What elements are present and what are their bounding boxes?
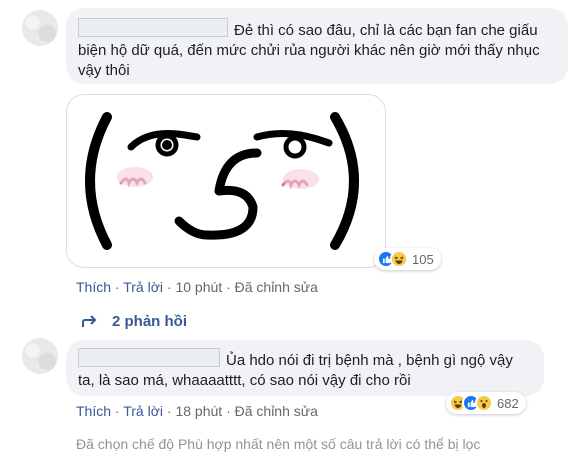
comment-bubble: Ủa hdo nói đi trị bệnh mà , bệnh gì ngộ … <box>66 340 544 396</box>
separator: · <box>166 279 172 295</box>
separator: · <box>226 279 231 295</box>
edited-label[interactable]: Đã chỉnh sửa <box>235 279 318 295</box>
lenny-face-sticker <box>85 112 359 250</box>
left-paren <box>85 112 112 250</box>
nose-mouth <box>174 148 262 240</box>
right-paren <box>330 112 359 250</box>
comment-actions: Thích · Trả lời · 18 phút · Đã chỉnh sửa <box>76 403 318 419</box>
separator: · <box>114 403 120 419</box>
reaction-summary[interactable]: 105 <box>374 248 441 270</box>
reaction-count: 682 <box>497 395 519 411</box>
reply-link[interactable]: Trả lời <box>123 403 163 419</box>
sticker-image[interactable] <box>66 94 386 268</box>
avatar[interactable] <box>22 10 58 46</box>
separator: · <box>114 279 120 295</box>
reply-link[interactable]: Trả lời <box>123 279 163 295</box>
filter-notice: Đã chọn chế độ Phù hợp nhất nên một số c… <box>76 436 481 452</box>
haha-icon <box>390 250 408 268</box>
reaction-count: 105 <box>412 251 434 267</box>
reaction-summary[interactable]: 682 <box>446 392 526 414</box>
commenter-name-redacted[interactable] <box>78 18 228 37</box>
comment-bubble: Đẻ thì có sao đâu, chỉ là các bạn fan ch… <box>66 8 568 84</box>
timestamp[interactable]: 10 phút <box>175 279 222 295</box>
avatar[interactable] <box>22 338 58 374</box>
view-replies-link[interactable]: 2 phản hồi <box>82 313 187 330</box>
reply-arrow-icon <box>82 314 97 327</box>
like-link[interactable]: Thích <box>76 279 111 295</box>
separator: · <box>166 403 172 419</box>
edited-label[interactable]: Đã chỉnh sửa <box>235 403 318 419</box>
wow-icon <box>475 394 493 412</box>
commenter-name-redacted[interactable] <box>78 348 220 367</box>
timestamp[interactable]: 18 phút <box>175 403 222 419</box>
comment-actions: Thích · Trả lời · 10 phút · Đã chỉnh sửa <box>76 279 318 295</box>
like-link[interactable]: Thích <box>76 403 111 419</box>
separator: · <box>226 403 231 419</box>
replies-count-label: 2 phản hồi <box>112 313 187 330</box>
